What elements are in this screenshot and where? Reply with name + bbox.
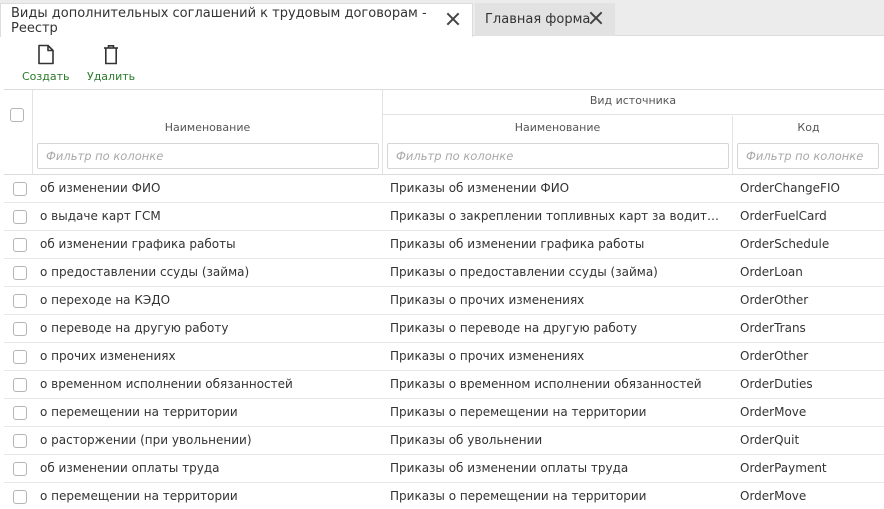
table-row[interactable]: о переходе на КЭДО Приказы о прочих измен… [4,287,884,315]
cell-name: об изменении графика работы [40,237,236,251]
cell-code: OrderQuit [740,433,800,447]
row-checkbox[interactable] [13,238,27,252]
row-checkbox[interactable] [13,294,27,308]
cell-source-name: Приказы о временном исполнении обязаннос… [390,377,702,391]
cell-name: о расторжении (при увольнении) [40,433,252,447]
trash-icon [99,42,123,66]
cell-source-name: Приказы о переводе на другую работу [390,321,638,335]
cell-name: об изменении оплаты труда [40,461,220,475]
table-row[interactable]: о перемещении на территории Приказы о пер… [4,483,884,509]
row-checkbox[interactable] [13,406,27,420]
cell-source-name: Приказы о закреплении топливных карт за … [390,209,726,223]
row-checkbox[interactable] [13,182,27,196]
row-checkbox[interactable] [13,434,27,448]
table-row[interactable]: об изменении графика работы Приказы об из… [4,231,884,259]
cell-source-name: Приказы об изменении графика работы [390,237,645,251]
table-row[interactable]: о выдаче карт ГСМ Приказы о закреплении т… [4,203,884,231]
cell-source-name: Приказы о прочих изменениях [390,293,585,307]
row-checkbox[interactable] [13,350,27,364]
cell-name: о временном исполнении обязанностей [40,377,293,391]
data-grid: Вид источника Наименование Наименование … [4,89,884,509]
cell-code: OrderMove [740,405,807,419]
cell-name: о переходе на КЭДО [40,293,171,307]
delete-button-label: Удалить [87,70,136,83]
table-row[interactable]: о временном исполнении обязанностей Прика… [4,371,884,399]
cell-source-name: Приказы об изменении оплаты труда [390,461,629,475]
create-button[interactable]: Создать [22,42,70,83]
filter-code-input[interactable] [737,143,879,169]
cell-code: OrderLoan [740,265,803,279]
row-checkbox[interactable] [13,322,27,336]
cell-name: о перемещении на территории [40,405,238,419]
cell-name: о перемещении на территории [40,489,238,503]
cell-name: о прочих изменениях [40,349,176,363]
tab-main-form-label: Главная форма [485,12,591,27]
row-checkbox[interactable] [13,462,27,476]
table-row[interactable]: о переводе на другую работу Приказы о пер… [4,315,884,343]
cell-name: об изменении ФИО [40,181,161,195]
cell-source-name: Приказы о прочих изменениях [390,349,585,363]
row-checkbox[interactable] [13,490,27,504]
group-header-source-type: Вид источника [382,90,884,115]
table-row[interactable]: об изменении оплаты труда Приказы об изме… [4,455,884,483]
cell-source-name: Приказы о предоставлении ссуды (займа) [390,265,658,279]
cell-code: OrderSchedule [740,237,830,251]
tab-main-form[interactable]: Главная форма [475,3,615,36]
tab-bar: Виды дополнительных соглашений к трудовы… [0,0,884,37]
tab-registry[interactable]: Виды дополнительных соглашений к трудовы… [0,3,473,37]
cell-code: OrderTrans [740,321,806,335]
cell-source-name: Приказы об увольнении [390,433,543,447]
filter-source-name-input[interactable] [387,143,729,169]
table-row[interactable]: о прочих изменениях Приказы о прочих изме… [4,343,884,371]
column-header-source-name[interactable]: Наименование [383,121,732,134]
cell-code: OrderDuties [740,377,813,391]
cell-code: OrderOther [740,293,809,307]
cell-code: OrderChangeFIO [740,181,840,195]
cell-name: о выдаче карт ГСМ [40,209,161,223]
grid-body: об изменении ФИО Приказы об изменении ФИО… [4,175,884,509]
table-row[interactable]: о предоставлении ссуды (займа) Приказы о … [4,259,884,287]
grid-header: Вид источника Наименование Наименование … [4,90,884,175]
cell-code: OrderFuelCard [740,209,827,223]
table-row[interactable]: об изменении ФИО Приказы об изменении ФИО… [4,175,884,203]
column-header-code[interactable]: Код [733,121,884,134]
cell-name: о переводе на другую работу [40,321,229,335]
table-row[interactable]: о расторжении (при увольнении) Приказы об… [4,427,884,455]
close-icon[interactable] [446,12,460,26]
delete-button[interactable]: Удалить [87,42,135,83]
filter-name-input[interactable] [37,143,379,169]
cell-source-name: Приказы о перемещении на территории [390,489,647,503]
cell-source-name: Приказы об изменении ФИО [390,181,570,195]
table-row[interactable]: о перемещении на территории Приказы о пер… [4,399,884,427]
row-checkbox[interactable] [13,210,27,224]
cell-code: OrderPayment [740,461,827,475]
cell-name: о предоставлении ссуды (займа) [40,265,250,279]
select-all-checkbox[interactable] [10,108,24,122]
document-icon [34,42,58,66]
cell-code: OrderOther [740,349,809,363]
row-checkbox[interactable] [13,266,27,280]
tab-registry-label: Виды дополнительных соглашений к трудовы… [11,5,427,36]
create-button-label: Создать [22,70,70,83]
toolbar: Создать Удалить [0,37,884,89]
close-icon[interactable] [589,11,603,25]
cell-code: OrderMove [740,489,807,503]
row-checkbox[interactable] [13,378,27,392]
column-header-name[interactable]: Наименование [33,121,382,134]
cell-source-name: Приказы о перемещении на территории [390,405,647,419]
